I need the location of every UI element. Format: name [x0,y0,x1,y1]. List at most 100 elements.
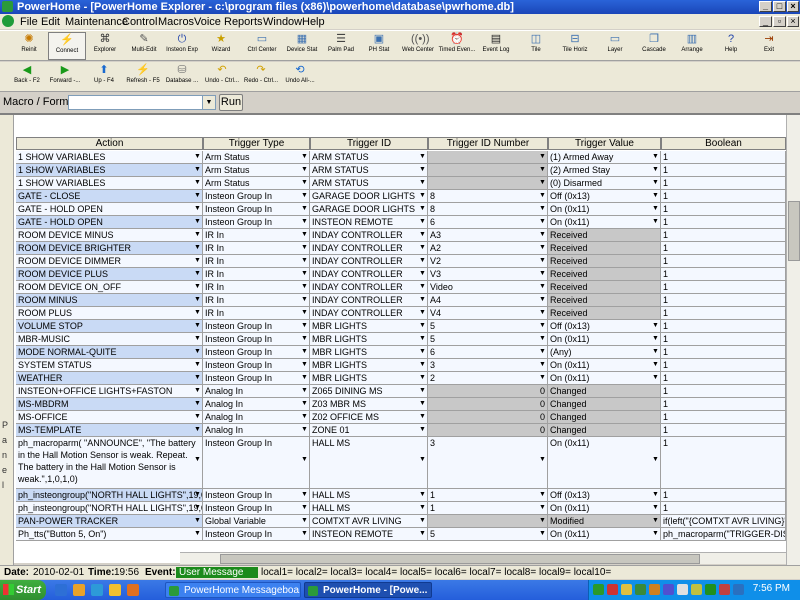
menu-help[interactable]: Help [302,16,325,28]
task-powerhome-messageboard[interactable]: PowerHome Messageboa... [165,582,301,598]
table-row[interactable]: ROOM DEVICE ON_OFF ▼ IR In ▼ INDAY CONTROLLE… [16,281,786,294]
chevron-down-icon[interactable]: ▼ [418,425,427,435]
cell-trigger-id[interactable]: Z02 OFFICE MS ▼ [310,411,428,424]
chevron-down-icon[interactable]: ▼ [418,295,427,305]
chevron-down-icon[interactable]: ▼ [418,399,427,409]
cell-trigger-id[interactable]: HALL MS ▼ [310,502,428,515]
chevron-down-icon[interactable]: ▼ [418,282,427,292]
chevron-down-icon[interactable]: ▼ [300,178,309,188]
cell-trigger-id[interactable]: INDAY CONTROLLER ▼ [310,229,428,242]
cell-trigger-type[interactable]: Insteon Group In ▼ [203,190,310,203]
layer-button[interactable]: ▭ Layer [596,32,634,60]
cell-action[interactable]: GATE - HOLD OPEN ▼ [16,216,203,229]
chevron-down-icon[interactable]: ▼ [651,204,660,214]
cell-trigger-id-number[interactable]: 0 [428,424,548,437]
menu-control[interactable]: Control [122,16,157,28]
chevron-down-icon[interactable]: ▼ [538,230,547,240]
chevron-down-icon[interactable]: ▼ [300,256,309,266]
cell-trigger-id-number[interactable]: 3 ▼ [428,359,548,372]
chevron-down-icon[interactable]: ▼ [193,178,202,188]
chevron-down-icon[interactable]: ▼ [651,178,660,188]
multi-edit-button[interactable]: ✎ Multi-Edit [125,32,163,60]
cell-boolean[interactable]: 1 [661,203,786,216]
chevron-down-icon[interactable]: ▼ [538,152,547,162]
chevron-down-icon[interactable]: ▼ [193,412,202,422]
chevron-down-icon[interactable]: ▼ [651,529,660,539]
cell-action[interactable]: ph_insteongroup("NORTH HALL LIGHTS",19,0… [16,489,203,502]
chevron-down-icon[interactable]: ▼ [538,360,547,370]
chevron-down-icon[interactable]: ▼ [300,308,309,318]
cell-trigger-id-number[interactable]: 5 ▼ [428,320,548,333]
cell-trigger-id[interactable]: ZONE 01 ▼ [310,424,428,437]
table-row[interactable]: 1 SHOW VARIABLES ▼ Arm Status ▼ ARM STATUS ▼ ▼… [16,151,786,164]
chevron-down-icon[interactable]: ▼ [538,191,547,201]
cell-boolean[interactable]: 1 [661,281,786,294]
event-log-button[interactable]: ▤ Event Log [477,32,515,60]
cell-boolean[interactable]: 1 [661,333,786,346]
chevron-down-icon[interactable]: ▼ [418,230,427,240]
table-row[interactable]: GATE - HOLD OPEN ▼ Insteon Group In ▼ GARAGE… [16,203,786,216]
table-row[interactable]: 1 SHOW VARIABLES ▼ Arm Status ▼ ARM STATUS ▼ ▼… [16,177,786,190]
chevron-down-icon[interactable]: ▼ [418,165,427,175]
table-row[interactable]: ROOM DEVICE PLUS ▼ IR In ▼ INDAY CONTROLLER ▼… [16,268,786,281]
chevron-down-icon[interactable]: ▼ [418,455,427,465]
cell-trigger-type[interactable]: Analog In ▼ [203,385,310,398]
cell-trigger-type[interactable]: Arm Status ▼ [203,164,310,177]
chevron-down-icon[interactable]: ▼ [538,256,547,266]
chevron-down-icon[interactable]: ▼ [538,165,547,175]
device-stat-button[interactable]: ▦ Device Stat [283,32,321,60]
chevron-down-icon[interactable]: ▼ [193,269,202,279]
cell-action[interactable]: ROOM DEVICE PLUS ▼ [16,268,203,281]
cell-boolean[interactable]: 1 [661,242,786,255]
chevron-down-icon[interactable]: ▼ [651,217,660,227]
cell-trigger-type[interactable]: Insteon Group In ▼ [203,346,310,359]
powerhome-menu-icon[interactable] [2,15,14,27]
cell-action[interactable]: MS-MBDRM ▼ [16,398,203,411]
cell-boolean[interactable]: 1 [661,346,786,359]
table-row[interactable]: SYSTEM STATUS ▼ Insteon Group In ▼ MBR LIGHT… [16,359,786,372]
chevron-down-icon[interactable]: ▼ [538,243,547,253]
vertical-scroll-thumb[interactable] [788,201,800,261]
chevron-down-icon[interactable]: ▼ [538,490,547,500]
web-center-button[interactable]: ((•)) Web Center [399,32,437,60]
child-close-button[interactable]: × [787,16,799,27]
cell-boolean[interactable]: 1 [661,190,786,203]
chevron-down-icon[interactable]: ▼ [418,256,427,266]
cell-trigger-id-number[interactable]: V2 ▼ [428,255,548,268]
chevron-down-icon[interactable]: ▼ [193,295,202,305]
cell-trigger-type[interactable]: Insteon Group In ▼ [203,502,310,515]
cell-trigger-type[interactable]: Insteon Group In ▼ [203,437,310,489]
menu-macros[interactable]: Macros [158,16,194,28]
cell-boolean[interactable]: 1 [661,268,786,281]
tile-button[interactable]: ◫ Tile [517,32,555,60]
cell-boolean[interactable]: 1 [661,489,786,502]
database-button[interactable]: ⛁ Database ... [163,63,201,91]
chevron-down-icon[interactable]: ▼ [418,373,427,383]
cell-trigger-value[interactable]: Received [548,255,661,268]
child-restore-button[interactable]: ▫ [773,16,786,27]
cell-trigger-id[interactable]: INDAY CONTROLLER ▼ [310,242,428,255]
chevron-down-icon[interactable]: ▼ [300,516,309,526]
cell-trigger-id-number[interactable]: 0 [428,398,548,411]
insteon-exp-button[interactable]: ⏻ Insteon Exp [163,32,201,60]
cell-action[interactable]: ph_macroparm( "ANNOUNCE", "The battery i… [16,437,203,489]
cell-trigger-type[interactable]: Analog In ▼ [203,398,310,411]
cell-action[interactable]: VOLUME STOP ▼ [16,320,203,333]
chevron-down-icon[interactable]: ▼ [651,347,660,357]
cell-trigger-id[interactable]: INDAY CONTROLLER ▼ [310,294,428,307]
chevron-down-icon[interactable]: ▼ [418,204,427,214]
cell-trigger-id-number[interactable]: Video ▼ [428,281,548,294]
cell-boolean[interactable]: 1 [661,229,786,242]
cell-action[interactable]: ROOM DEVICE MINUS ▼ [16,229,203,242]
tray-app3-icon[interactable] [677,584,688,595]
table-row[interactable]: VOLUME STOP ▼ Insteon Group In ▼ MBR LIGHTS ▼… [16,320,786,333]
cell-trigger-type[interactable]: Insteon Group In ▼ [203,203,310,216]
cell-action[interactable]: Ph_tts("Button 5, On") ▼ [16,528,203,541]
cell-boolean[interactable]: 1 [661,424,786,437]
cell-trigger-id-number[interactable]: V4 ▼ [428,307,548,320]
cell-trigger-id-number[interactable]: 5 ▼ [428,528,548,541]
menu-window[interactable]: Window [263,16,302,28]
cell-trigger-type[interactable]: Insteon Group In ▼ [203,528,310,541]
chevron-down-icon[interactable]: ▼ [538,308,547,318]
cell-trigger-type[interactable]: Insteon Group In ▼ [203,359,310,372]
